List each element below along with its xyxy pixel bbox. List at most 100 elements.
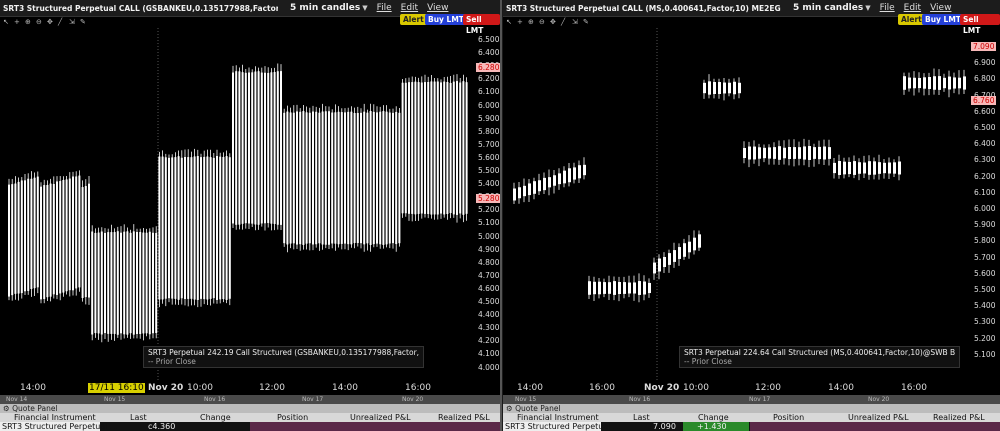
left-sell-lmt-button[interactable]: Sell LMT — [463, 14, 500, 35]
candle — [139, 228, 142, 339]
price-tick-label: 6.200 — [478, 74, 500, 84]
candle — [91, 225, 94, 341]
cursor-icon[interactable]: ↖ — [506, 18, 513, 26]
candle — [578, 160, 581, 184]
right-buy-lmt-button[interactable]: Buy LMT — [922, 14, 964, 25]
right-quote-row[interactable]: SRT3 Structured Perpetual ... 7.090 +1.4… — [503, 422, 1000, 431]
candle — [718, 78, 721, 99]
line-tool-icon[interactable]: ╱ — [58, 18, 65, 26]
candle — [593, 276, 596, 302]
candle — [248, 67, 250, 230]
candle — [417, 77, 420, 221]
candle — [120, 226, 122, 340]
col-financial-instrument[interactable]: Financial Instrument — [517, 413, 599, 422]
candle — [200, 153, 202, 307]
crosshair-icon[interactable]: + — [14, 18, 21, 26]
col-change[interactable]: Change — [200, 413, 231, 422]
draw-icon[interactable]: ✎ — [80, 18, 87, 26]
candle — [543, 172, 546, 195]
price-tick-label: 6.000 — [974, 204, 996, 213]
gear-icon[interactable]: ⚙ — [3, 404, 12, 413]
left-candle-chart[interactable] — [0, 28, 470, 380]
measure-icon[interactable]: ⇲ — [572, 18, 579, 26]
right-alert-button[interactable]: Alert — [898, 14, 925, 25]
candle — [302, 105, 305, 250]
right-instrument-cell[interactable]: SRT3 Structured Perpetual ... — [503, 422, 621, 431]
col-unrealized-pnl[interactable]: Unrealized P&L — [350, 413, 411, 422]
right-x-label: 12:00 — [755, 383, 781, 393]
col-change[interactable]: Change — [698, 413, 729, 422]
zoom-in-icon[interactable]: ⊕ — [25, 18, 32, 26]
price-tick-label: 6.300 — [974, 155, 996, 165]
candle — [129, 229, 132, 339]
candle — [723, 78, 726, 101]
left-chart-title: SRT3 Structured Perpetual CALL (GSBANKEU… — [3, 3, 278, 13]
right-sell-lmt-button[interactable]: Sell LMT — [960, 14, 1000, 35]
candle — [270, 68, 273, 231]
draw-icon[interactable]: ✎ — [583, 18, 590, 26]
candle — [411, 76, 414, 222]
line-tool-icon[interactable]: ╱ — [561, 18, 568, 26]
measure-icon[interactable]: ⇲ — [69, 18, 76, 26]
candle — [678, 243, 681, 266]
candle — [318, 107, 321, 251]
cursor-icon[interactable]: ↖ — [3, 18, 10, 26]
right-candle-chart[interactable] — [503, 28, 968, 380]
right-candles-dropdown[interactable]: 5 min candles — [793, 3, 863, 13]
candle — [903, 72, 906, 95]
left-alert-button[interactable]: Alert — [400, 14, 427, 25]
col-position[interactable]: Position — [773, 413, 804, 422]
candle — [78, 170, 81, 292]
candle — [598, 278, 601, 299]
candle — [280, 64, 282, 230]
col-last[interactable]: Last — [130, 413, 147, 422]
left-menu-file[interactable]: File — [377, 3, 392, 13]
price-tick-label: 5.200 — [974, 333, 996, 343]
zoom-out-icon[interactable]: ⊖ — [36, 18, 43, 26]
left-quote-panel-header[interactable]: ⚙ Quote Panel — [0, 404, 500, 413]
col-last[interactable]: Last — [633, 413, 650, 422]
candle — [155, 226, 158, 339]
candle — [356, 106, 359, 247]
candle — [257, 67, 260, 230]
col-position[interactable]: Position — [277, 413, 308, 422]
candle — [276, 63, 279, 230]
left-instrument-cell[interactable]: SRT3 Structured Perpetual ... — [0, 422, 118, 431]
candle — [430, 74, 433, 219]
pan-icon[interactable]: ✥ — [550, 18, 557, 26]
candle — [743, 141, 746, 164]
col-realized-pnl[interactable]: Realized P&L — [438, 413, 490, 422]
right-overview-scrollbar[interactable]: Nov 15 Nov 16 Nov 17 Nov 20 — [503, 395, 1000, 404]
left-candles-dropdown[interactable]: 5 min candles — [290, 3, 360, 13]
left-last-cell: c4.360 — [148, 422, 176, 431]
candle — [658, 254, 661, 280]
right-menu-file[interactable]: File — [880, 3, 895, 13]
left-overview-scrollbar[interactable]: Nov 14 Nov 15 Nov 16 Nov 17 Nov 20 — [0, 395, 500, 404]
col-financial-instrument[interactable]: Financial Instrument — [14, 413, 96, 422]
zoom-out-icon[interactable]: ⊖ — [539, 18, 546, 26]
candle — [878, 154, 881, 180]
candle — [414, 76, 417, 222]
col-realized-pnl[interactable]: Realized P&L — [933, 413, 985, 422]
right-menu-edit[interactable]: Edit — [904, 3, 921, 13]
right-x-label: 14:00 — [517, 383, 543, 393]
left-quote-row[interactable]: SRT3 Structured Perpetual ... c4.360 — [0, 422, 500, 431]
zoom-in-icon[interactable]: ⊕ — [528, 18, 535, 26]
price-tick-label: 6.500 — [478, 35, 500, 44]
col-unrealized-pnl[interactable]: Unrealized P&L — [848, 413, 909, 422]
left-menu-edit[interactable]: Edit — [401, 3, 418, 13]
crosshair-icon[interactable]: + — [517, 18, 524, 26]
left-buy-lmt-button[interactable]: Buy LMT — [425, 14, 467, 25]
gear-icon[interactable]: ⚙ — [506, 404, 515, 413]
right-menu-view[interactable]: View — [930, 3, 951, 13]
candle — [728, 78, 731, 97]
pan-icon[interactable]: ✥ — [47, 18, 54, 26]
right-quote-panel-header[interactable]: ⚙ Quote Panel — [503, 404, 1000, 413]
right-chart-title: SRT3 Structured Perpetual CALL (MS,0.400… — [506, 3, 781, 13]
right-x-label: 10:00 — [683, 383, 709, 393]
candle — [828, 139, 831, 166]
left-menu-view[interactable]: View — [427, 3, 448, 13]
candle — [918, 72, 921, 93]
candle — [324, 106, 327, 249]
candle — [136, 228, 138, 339]
